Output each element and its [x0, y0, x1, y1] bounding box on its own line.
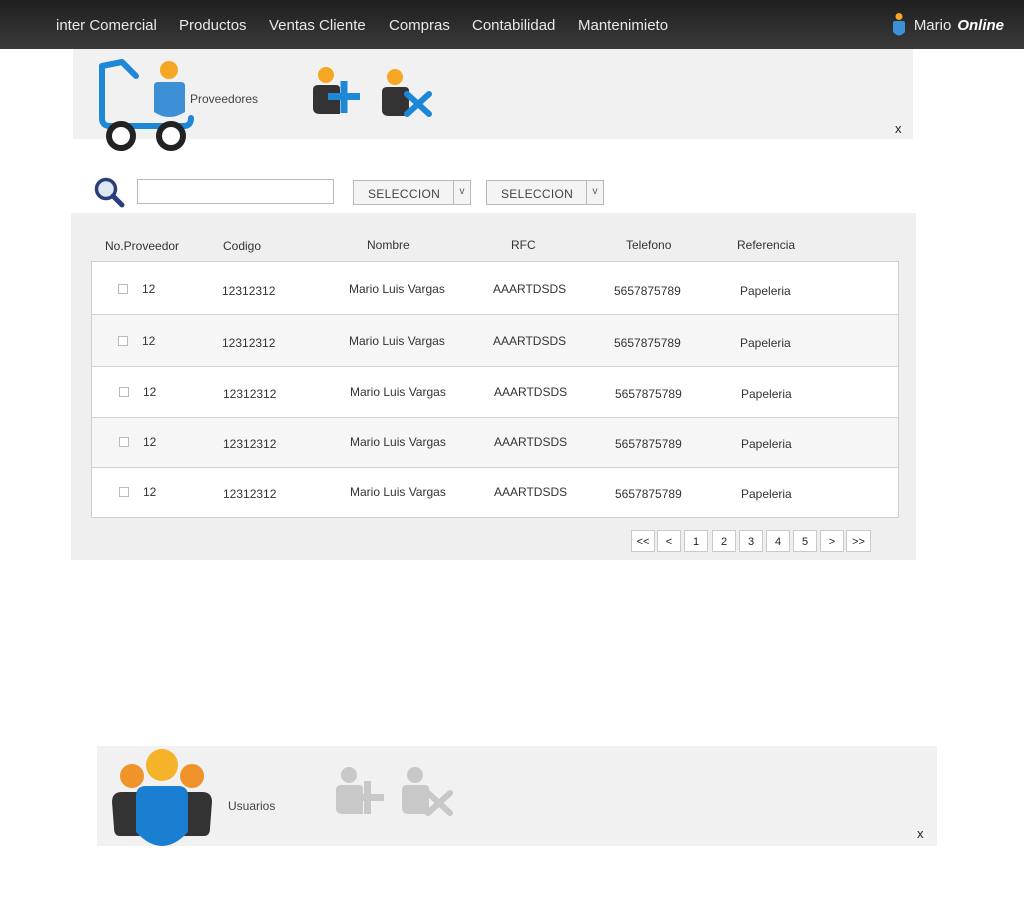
cart-person-icon[interactable] [96, 56, 196, 156]
row-checkbox[interactable] [119, 437, 129, 447]
pager-page-2[interactable]: 2 [712, 530, 736, 552]
column-header-telefono[interactable]: Telefono [626, 238, 671, 252]
nav-item-mantenimiento[interactable]: Mantenimieto [578, 17, 668, 34]
cell-referencia: Papeleria [740, 284, 791, 298]
usuarios-panel [97, 746, 937, 846]
users-group-icon[interactable] [110, 748, 214, 850]
nav-item-compras[interactable]: Compras [389, 17, 450, 34]
cell-nombre: Mario Luis Vargas [350, 385, 446, 399]
cell-codigo: 12312312 [222, 284, 276, 298]
pager-prev-button[interactable]: < [657, 530, 681, 552]
proveedores-table: 12 12312312 Mario Luis Vargas AAARTDSDS … [91, 261, 899, 518]
usuarios-label: Usuarios [228, 799, 276, 813]
cell-rfc: AAARTDSDS [494, 385, 568, 399]
cell-referencia: Papeleria [741, 387, 792, 401]
cell-telefono: 5657875789 [615, 437, 682, 451]
cell-rfc: AAARTDSDS [494, 435, 568, 449]
chevron-down-icon: v [453, 181, 470, 204]
remove-user-icon[interactable] [401, 766, 455, 818]
filter-select-2-value: SELECCION [501, 187, 574, 201]
user-status-area[interactable]: Mario Online [892, 12, 1004, 38]
column-header-codigo[interactable]: Codigo [223, 239, 261, 253]
cell-referencia: Papeleria [741, 437, 792, 451]
search-input[interactable] [137, 179, 334, 204]
column-header-rfc[interactable]: RFC [511, 238, 536, 252]
proveedores-label: Proveedores [190, 92, 259, 106]
column-header-nombre[interactable]: Nombre [367, 238, 410, 252]
cell-nombre: Mario Luis Vargas [349, 334, 445, 348]
cell-no-proveedor: 12 [142, 282, 156, 296]
cell-telefono: 5657875789 [615, 487, 682, 501]
filter-select-2[interactable]: SELECCION v [486, 180, 604, 205]
user-status-icon [892, 13, 905, 36]
pager-page-5[interactable]: 5 [793, 530, 817, 552]
cell-telefono: 5657875789 [614, 336, 681, 350]
row-checkbox[interactable] [118, 336, 128, 346]
column-header-referencia[interactable]: Referencia [737, 238, 795, 252]
nav-item-productos[interactable]: Productos [179, 17, 247, 34]
search-icon[interactable] [93, 176, 125, 208]
chevron-down-icon: v [586, 181, 603, 204]
remove-user-icon[interactable] [381, 68, 433, 120]
pager-page-4[interactable]: 4 [766, 530, 790, 552]
cell-nombre: Mario Luis Vargas [350, 435, 446, 449]
column-header-no-proveedor[interactable]: No.Proveedor [105, 239, 179, 253]
row-checkbox[interactable] [119, 387, 129, 397]
cell-no-proveedor: 12 [143, 485, 157, 499]
cell-nombre: Mario Luis Vargas [350, 485, 446, 499]
cell-rfc: AAARTDSDS [493, 282, 567, 296]
table-row[interactable]: 12 12312312 Mario Luis Vargas AAARTDSDS … [92, 418, 898, 468]
cell-telefono: 5657875789 [614, 284, 681, 298]
cell-codigo: 12312312 [223, 487, 277, 501]
cell-codigo: 12312312 [223, 387, 277, 401]
cell-no-proveedor: 12 [143, 385, 157, 399]
cell-telefono: 5657875789 [615, 387, 682, 401]
cell-nombre: Mario Luis Vargas [349, 282, 445, 296]
row-checkbox[interactable] [118, 284, 128, 294]
usuarios-close-button[interactable]: x [917, 826, 924, 841]
user-name: Mario [913, 16, 952, 34]
pager-page-3[interactable]: 3 [739, 530, 763, 552]
cell-rfc: AAARTDSDS [493, 334, 567, 348]
add-user-icon[interactable] [312, 66, 362, 118]
add-user-icon[interactable] [335, 766, 387, 818]
pager-last-button[interactable]: >> [846, 530, 871, 552]
cell-referencia: Papeleria [740, 336, 791, 350]
pager-next-button[interactable]: > [820, 530, 844, 552]
filter-select-1-value: SELECCION [368, 187, 441, 201]
top-nav-bar: inter Comercial Productos Ventas Cliente… [0, 0, 1024, 49]
cell-referencia: Papeleria [741, 487, 792, 501]
table-row[interactable]: 12 12312312 Mario Luis Vargas AAARTDSDS … [92, 367, 898, 418]
user-online-status: Online [957, 16, 1004, 34]
cell-no-proveedor: 12 [143, 435, 157, 449]
nav-item-contabilidad[interactable]: Contabilidad [472, 17, 555, 34]
cell-no-proveedor: 12 [142, 334, 156, 348]
table-row[interactable]: 12 12312312 Mario Luis Vargas AAARTDSDS … [92, 262, 898, 315]
row-checkbox[interactable] [119, 487, 129, 497]
nav-item-inter-comercial[interactable]: inter Comercial [56, 17, 157, 34]
cell-rfc: AAARTDSDS [494, 485, 568, 499]
proveedores-close-button[interactable]: x [895, 121, 902, 136]
pager-page-1[interactable]: 1 [684, 530, 708, 552]
table-row[interactable]: 12 12312312 Mario Luis Vargas AAARTDSDS … [92, 315, 898, 367]
filter-select-1[interactable]: SELECCION v [353, 180, 471, 205]
cell-codigo: 12312312 [223, 437, 277, 451]
pager-first-button[interactable]: << [631, 530, 655, 552]
nav-item-ventas-cliente[interactable]: Ventas Cliente [269, 17, 366, 34]
cell-codigo: 12312312 [222, 336, 276, 350]
table-row[interactable]: 12 12312312 Mario Luis Vargas AAARTDSDS … [92, 468, 898, 517]
